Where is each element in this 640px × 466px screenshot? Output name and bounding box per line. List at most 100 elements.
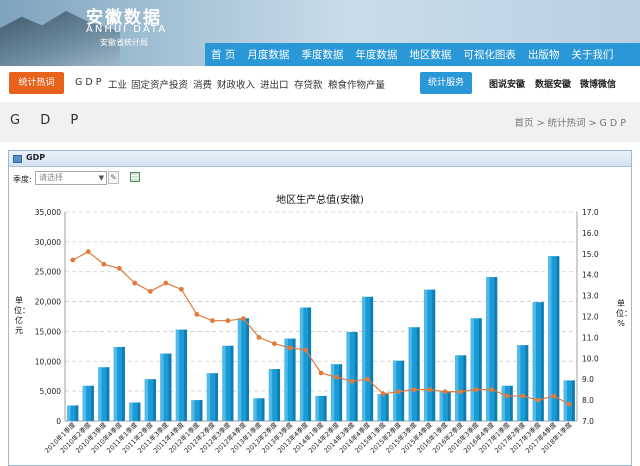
growth-rate-point (411, 387, 417, 393)
bar-highlight (455, 355, 459, 421)
nav-publications[interactable]: 出版物 (528, 47, 560, 62)
bar-highlight (330, 364, 335, 421)
nav-home[interactable]: 首 页 (211, 47, 235, 62)
y-right-tick-label: 15.0 (582, 250, 599, 259)
keyword-consumption[interactable]: 消费 (193, 77, 212, 91)
y-right-tick-label: 14.0 (582, 271, 599, 280)
growth-rate-point (132, 280, 138, 286)
y-right-tick-label: 17.0 (582, 208, 599, 217)
growth-rate-point (70, 257, 76, 263)
y-right-tick-label: 13.0 (582, 292, 599, 301)
gdp-chart-panel: GDP 季度: 请选择 ▼ ✎ 地区生产总值(安徽) 单位：亿元 单位：% 05… (8, 150, 632, 466)
growth-rate-point (365, 376, 370, 382)
bar-highlight (517, 345, 521, 421)
bar-shade (168, 353, 172, 421)
growth-rate-point (551, 393, 557, 399)
y-right-tick-label: 16.0 (582, 229, 599, 238)
growth-rate-point (504, 393, 510, 399)
bar-shade (75, 405, 79, 421)
bar-shade (447, 391, 451, 421)
bar-highlight (175, 329, 180, 421)
y-right-tick-label: 9.0 (582, 375, 594, 384)
bar-highlight (486, 277, 490, 421)
bar-highlight (98, 367, 102, 421)
nav-about[interactable]: 关于我们 (571, 47, 613, 62)
bar-shade (525, 345, 529, 421)
growth-rate-point (427, 387, 433, 393)
y-left-tick-label: 20,000 (35, 298, 61, 307)
bar-highlight (160, 353, 164, 421)
keyword-deposits-loans[interactable]: 存贷款 (294, 77, 323, 91)
main-nav: 首 页 月度数据 季度数据 年度数据 地区数据 可视化图表 出版物 关于我们 (205, 43, 640, 66)
growth-rate-point (287, 345, 293, 351)
bar-highlight (268, 369, 273, 421)
growth-rate-point (241, 316, 246, 321)
bar-shade (153, 379, 156, 421)
bar-highlight (206, 373, 211, 421)
bar-highlight (315, 395, 319, 421)
hot-words-button[interactable]: 统计热词 (9, 72, 64, 94)
statistics-service-button[interactable]: 统计服务 (420, 72, 472, 94)
y-right-tick-label: 10.0 (582, 354, 599, 363)
bar-highlight (532, 302, 536, 421)
bar-highlight (424, 289, 428, 421)
growth-rate-point (272, 341, 277, 347)
bar-shade (370, 296, 374, 421)
growth-rate-point (396, 389, 401, 395)
bar-highlight (129, 402, 133, 421)
growth-rate-point (380, 391, 386, 397)
bar-shade (230, 345, 234, 421)
bar-shade (541, 302, 544, 421)
bar-shade (416, 327, 420, 421)
page-title: G D P (10, 113, 87, 128)
growth-rate-point (520, 393, 526, 399)
site-logo-subtitle: 安徽省统计局 (100, 38, 148, 47)
y-left-tick-label: 10,000 (35, 357, 61, 366)
growth-rate-point (303, 347, 308, 353)
bar-shade (261, 398, 265, 421)
growth-rate-point (209, 318, 215, 324)
nav-monthly[interactable]: 月度数据 (247, 47, 289, 62)
page-title-bar: G D P 首页 > 统计热词 > G D P (0, 102, 640, 142)
keyword-gdp[interactable]: G D P (75, 77, 101, 88)
bar-shade (199, 400, 203, 421)
y-left-tick-label: 35,000 (35, 208, 61, 217)
bar-shade (432, 289, 436, 421)
nav-quarterly[interactable]: 季度数据 (301, 47, 343, 62)
bar-shade (509, 385, 513, 421)
bar-highlight (222, 345, 226, 421)
bar-shade (572, 380, 575, 421)
keyword-fiscal-revenue[interactable]: 财政收入 (217, 77, 255, 91)
keyword-industry[interactable]: 工业 (108, 77, 127, 91)
y-left-tick-label: 5,000 (40, 387, 62, 396)
nav-charts[interactable]: 可视化图表 (463, 47, 516, 62)
growth-rate-point (163, 280, 169, 286)
keyword-import-export[interactable]: 进出口 (260, 77, 289, 91)
keyword-grain-output[interactable]: 粮食作物产量 (328, 77, 385, 91)
growth-rate-point (566, 401, 572, 407)
growth-rate-point (256, 335, 262, 340)
link-weibo-wechat[interactable]: 微博微信 (580, 77, 616, 90)
bar-highlight (191, 400, 195, 421)
growth-rate-point (147, 289, 153, 294)
bar-shade (478, 318, 482, 421)
bar-highlight (237, 318, 242, 421)
growth-rate-point (101, 261, 107, 267)
nav-regional[interactable]: 地区数据 (409, 47, 451, 62)
bar-highlight (501, 385, 505, 421)
bar-shade (91, 385, 94, 421)
bar-highlight (408, 327, 412, 421)
site-header: 安徽数据 ANHUI DATA 安徽省统计局 首 页 月度数据 季度数据 年度数… (0, 0, 640, 66)
keyword-fixed-investment[interactable]: 固定资产投资 (131, 77, 188, 91)
breadcrumb[interactable]: 首页 > 统计热词 > G D P (515, 115, 626, 129)
bar-highlight (284, 338, 288, 421)
bar-shade (339, 364, 343, 421)
y-left-tick-label: 15,000 (35, 327, 61, 336)
link-anhui-graphics[interactable]: 图说安徽 (489, 77, 525, 90)
bar-shade (184, 329, 187, 421)
hot-words-bar: 统计热词 G D P 工业 固定资产投资 消费 财政收入 进出口 存贷款 粮食作… (0, 72, 640, 98)
growth-rate-point (178, 286, 184, 292)
link-anhui-data[interactable]: 数据安徽 (535, 77, 571, 90)
growth-rate-point (194, 312, 200, 317)
nav-annual[interactable]: 年度数据 (355, 47, 397, 62)
